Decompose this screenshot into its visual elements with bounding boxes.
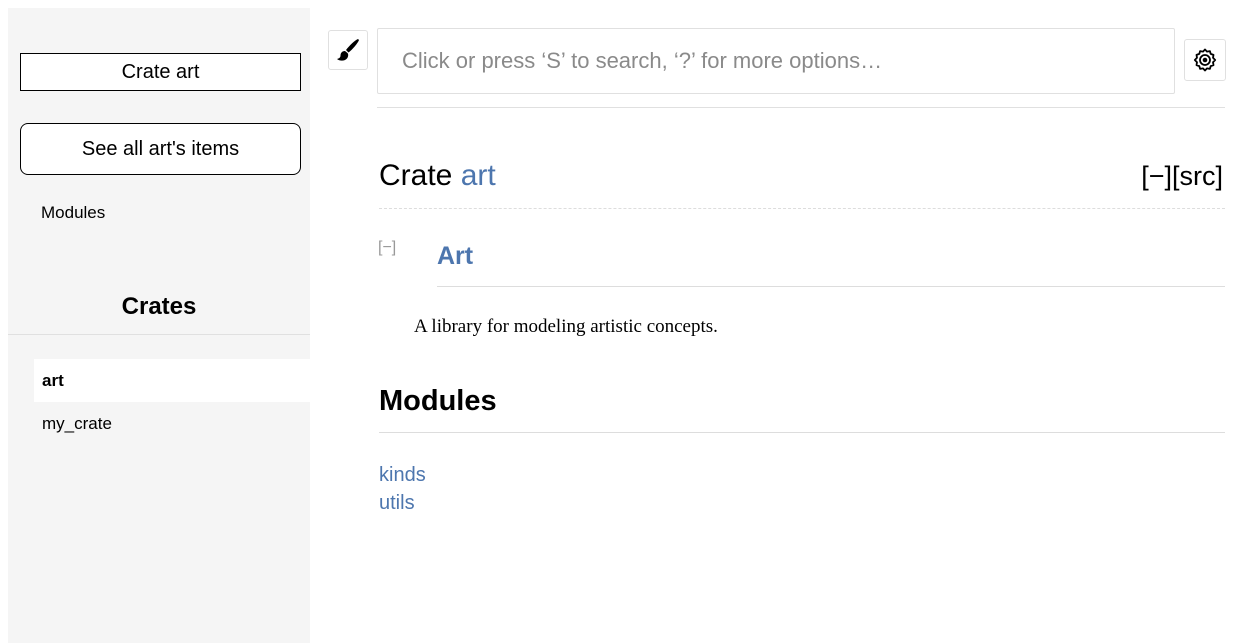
out-of-band-links: [−][src] <box>1141 157 1223 195</box>
crate-item-my-crate[interactable]: my_crate <box>34 402 310 445</box>
sidebar: Crate art See all art's items Modules Cr… <box>8 8 310 643</box>
crate-list: art my_crate <box>34 359 310 445</box>
sidebar-modules-link[interactable]: Modules <box>41 203 105 223</box>
see-all-items-button[interactable]: See all art's items <box>20 123 301 175</box>
sidebar-crate-title: Crate art <box>20 53 301 91</box>
doc-collapse-toggle[interactable]: [−] <box>378 239 396 257</box>
doc-title-anchor[interactable]: Art <box>437 242 473 270</box>
settings-button[interactable] <box>1184 39 1226 81</box>
source-link[interactable]: [src] <box>1172 161 1223 191</box>
doc-section-heading: Art <box>437 235 1225 287</box>
paintbrush-icon <box>337 39 359 61</box>
module-link-utils[interactable]: utils <box>379 489 426 517</box>
module-link-kinds[interactable]: kinds <box>379 461 426 489</box>
crate-name-link[interactable]: art <box>461 159 496 192</box>
page-title: Crate art [−][src] <box>379 155 1225 209</box>
crates-heading: Crates <box>8 284 310 335</box>
collapse-all-toggle[interactable]: [−] <box>1141 161 1172 191</box>
header-divider <box>377 107 1225 108</box>
modules-heading: Modules <box>379 378 1225 433</box>
theme-picker-button[interactable] <box>328 30 368 70</box>
search-input[interactable] <box>377 28 1175 94</box>
crate-item-art[interactable]: art <box>34 359 310 402</box>
doc-description: A library for modeling artistic concepts… <box>414 316 718 337</box>
gear-icon <box>1193 48 1217 72</box>
module-list: kinds utils <box>379 461 426 517</box>
page-title-text: Crate art <box>379 157 496 195</box>
page-title-prefix: Crate <box>379 159 453 192</box>
